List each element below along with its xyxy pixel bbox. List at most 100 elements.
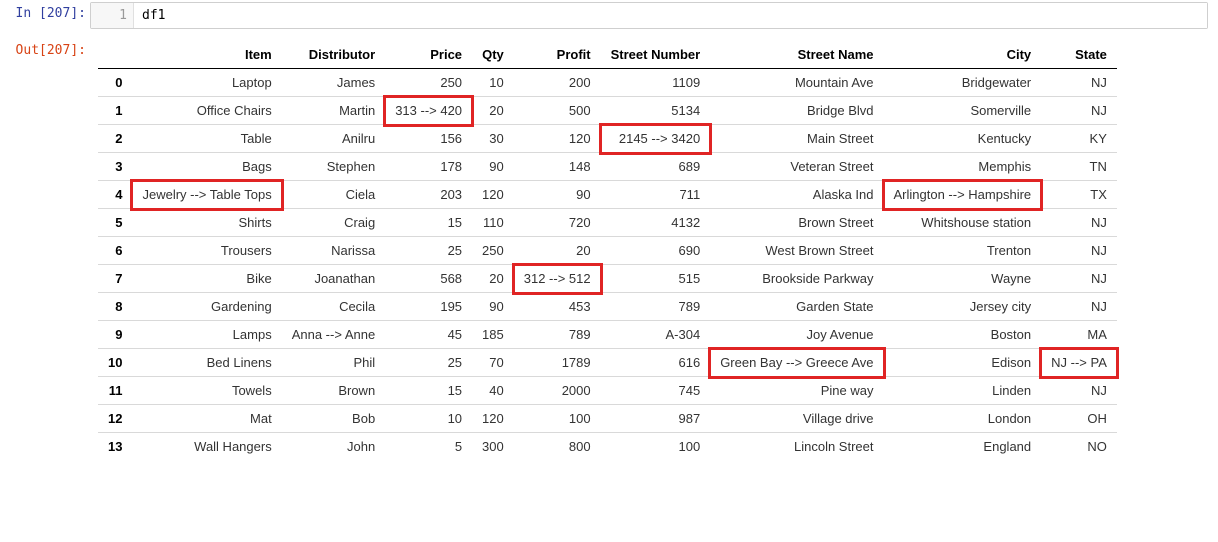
cell-city: Memphis — [884, 153, 1042, 181]
table-row: 12MatBob10120100987Village driveLondonOH — [98, 405, 1117, 433]
cell-state: TX — [1041, 181, 1117, 209]
cell-qty: 90 — [472, 293, 514, 321]
cell-city: Wayne — [884, 265, 1042, 293]
cell-price: 250 — [385, 69, 472, 97]
cell-street-number: 987 — [601, 405, 711, 433]
cell-distributor: James — [282, 69, 385, 97]
cell-street-name: Lincoln Street — [710, 433, 883, 461]
cell-item: Bike — [132, 265, 281, 293]
cell-street-number: 100 — [601, 433, 711, 461]
cell-city: Trenton — [884, 237, 1042, 265]
cell-item: Office Chairs — [132, 97, 281, 125]
output-cell: Out[207]: ItemDistributorPriceQtyProfitS… — [0, 37, 1218, 470]
table-row: 11TowelsBrown15402000745Pine wayLindenNJ — [98, 377, 1117, 405]
cell-state: NJ --> PA — [1041, 349, 1117, 377]
row-index: 10 — [98, 349, 132, 377]
cell-distributor: Bob — [282, 405, 385, 433]
cell-item: Jewelry --> Table Tops — [132, 181, 281, 209]
cell-qty: 110 — [472, 209, 514, 237]
cell-item: Mat — [132, 405, 281, 433]
cell-item: Shirts — [132, 209, 281, 237]
table-row: 3BagsStephen17890148689Veteran StreetMem… — [98, 153, 1117, 181]
cell-profit: 1789 — [514, 349, 601, 377]
input-prompt: In [207]: — [0, 0, 90, 21]
cell-price: 5 — [385, 433, 472, 461]
cell-state: NJ — [1041, 209, 1117, 237]
cell-state: NJ — [1041, 97, 1117, 125]
cell-item: Bags — [132, 153, 281, 181]
cell-profit: 720 — [514, 209, 601, 237]
row-index: 4 — [98, 181, 132, 209]
cell-qty: 10 — [472, 69, 514, 97]
cell-city: Whitshouse station — [884, 209, 1042, 237]
cell-city: Edison — [884, 349, 1042, 377]
cell-state: NJ — [1041, 69, 1117, 97]
column-header-street-number: Street Number — [601, 41, 711, 69]
cell-street-name: Veteran Street — [710, 153, 883, 181]
cell-qty: 20 — [472, 97, 514, 125]
cell-profit: 2000 — [514, 377, 601, 405]
cell-city: London — [884, 405, 1042, 433]
cell-street-name: Pine way — [710, 377, 883, 405]
column-header-state: State — [1041, 41, 1117, 69]
cell-price: 178 — [385, 153, 472, 181]
row-index: 13 — [98, 433, 132, 461]
cell-profit: 800 — [514, 433, 601, 461]
cell-city: Somerville — [884, 97, 1042, 125]
cell-profit: 20 — [514, 237, 601, 265]
output-prompt: Out[207]: — [0, 37, 90, 58]
cell-price: 156 — [385, 125, 472, 153]
cell-distributor: Brown — [282, 377, 385, 405]
cell-street-name: Bridge Blvd — [710, 97, 883, 125]
cell-distributor: Narissa — [282, 237, 385, 265]
cell-profit: 90 — [514, 181, 601, 209]
table-row: 9LampsAnna --> Anne45185789A-304Joy Aven… — [98, 321, 1117, 349]
cell-price: 15 — [385, 209, 472, 237]
column-header-street-name: Street Name — [710, 41, 883, 69]
cell-street-name: West Brown Street — [710, 237, 883, 265]
cell-price: 25 — [385, 349, 472, 377]
row-index: 2 — [98, 125, 132, 153]
cell-city: Kentucky — [884, 125, 1042, 153]
cell-city: Boston — [884, 321, 1042, 349]
column-header-city: City — [884, 41, 1042, 69]
table-row: 8GardeningCecila19590453789Garden StateJ… — [98, 293, 1117, 321]
cell-state: NJ — [1041, 377, 1117, 405]
dataframe-table: ItemDistributorPriceQtyProfitStreet Numb… — [98, 41, 1117, 460]
line-number-gutter: 1 — [91, 3, 134, 28]
cell-street-number: 515 — [601, 265, 711, 293]
cell-street-number: 5134 — [601, 97, 711, 125]
cell-qty: 20 — [472, 265, 514, 293]
cell-price: 10 — [385, 405, 472, 433]
cell-profit: 453 — [514, 293, 601, 321]
cell-item: Table — [132, 125, 281, 153]
cell-profit: 312 --> 512 — [514, 265, 601, 293]
table-row: 0LaptopJames250102001109Mountain AveBrid… — [98, 69, 1117, 97]
cell-distributor: John — [282, 433, 385, 461]
cell-street-number: 689 — [601, 153, 711, 181]
index-header — [98, 41, 132, 69]
cell-state: OH — [1041, 405, 1117, 433]
cell-qty: 70 — [472, 349, 514, 377]
cell-street-number: 789 — [601, 293, 711, 321]
cell-price: 15 — [385, 377, 472, 405]
cell-city: England — [884, 433, 1042, 461]
cell-qty: 120 — [472, 405, 514, 433]
cell-profit: 500 — [514, 97, 601, 125]
code-input-area[interactable]: 1 df1 — [90, 2, 1208, 29]
cell-distributor: Phil — [282, 349, 385, 377]
code-source[interactable]: df1 — [134, 3, 1207, 28]
cell-price: 25 — [385, 237, 472, 265]
row-index: 9 — [98, 321, 132, 349]
cell-street-name: Brookside Parkway — [710, 265, 883, 293]
cell-city: Linden — [884, 377, 1042, 405]
cell-price: 313 --> 420 — [385, 97, 472, 125]
cell-profit: 148 — [514, 153, 601, 181]
column-header-item: Item — [132, 41, 281, 69]
output-area: ItemDistributorPriceQtyProfitStreet Numb… — [90, 37, 1218, 470]
row-index: 12 — [98, 405, 132, 433]
cell-street-number: 711 — [601, 181, 711, 209]
column-header-profit: Profit — [514, 41, 601, 69]
cell-street-name: Garden State — [710, 293, 883, 321]
row-index: 8 — [98, 293, 132, 321]
